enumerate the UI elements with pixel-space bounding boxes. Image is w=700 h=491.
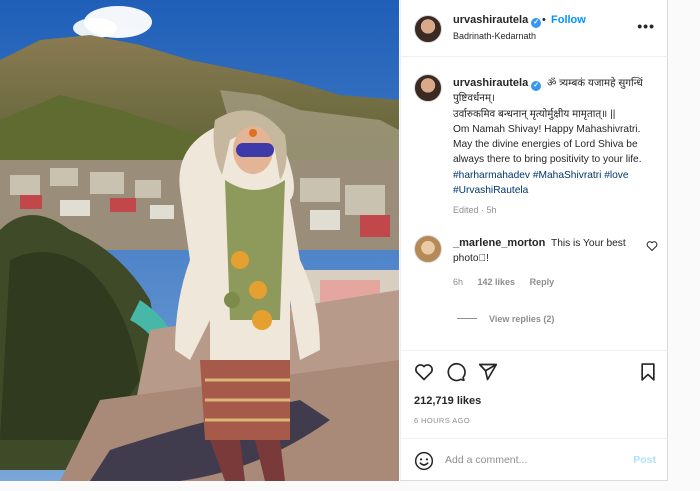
instagram-post-modal: urvashirautela ✓ • Follow Badrinath-Kedar… <box>0 0 700 491</box>
more-icon[interactable]: ••• <box>637 18 655 34</box>
comment-like-heart-icon[interactable] <box>646 240 658 252</box>
commenter-avatar[interactable] <box>414 235 442 263</box>
post-comment-button[interactable]: Post <box>633 454 656 466</box>
comment-meta: 6h 142 likes Reply <box>453 277 566 287</box>
caption-username-link[interactable]: urvashirautela ✓ <box>453 77 542 91</box>
action-bar <box>401 350 669 390</box>
comment-icon[interactable] <box>446 362 466 382</box>
view-replies-button[interactable]: View replies (2) <box>457 314 554 324</box>
author-username[interactable]: urvashirautela <box>453 14 528 26</box>
post-photo-illustration <box>0 0 399 481</box>
comment-composer: Post <box>401 438 669 481</box>
post-header: urvashirautela ✓ • Follow Badrinath-Kedar… <box>401 0 669 57</box>
view-replies-divider <box>457 318 477 319</box>
heart-icon[interactable] <box>414 362 434 382</box>
caption-author-avatar[interactable] <box>414 74 442 102</box>
post-time-ago[interactable]: 6 HOURS AGO <box>414 416 470 425</box>
follow-button[interactable]: Follow <box>551 14 586 26</box>
comment-time: 6h <box>453 277 464 287</box>
modal-backdrop-edge <box>668 0 700 491</box>
add-comment-input[interactable] <box>445 451 625 469</box>
commenter-username[interactable]: _marlene_morton <box>453 237 545 249</box>
author-avatar[interactable] <box>414 15 442 43</box>
caption-hashtags[interactable]: #harharmahadev #MahaShivratri #love #Urv… <box>453 170 629 196</box>
verified-badge-icon: ✓ <box>531 81 542 91</box>
verified-badge-icon: ✓ <box>531 18 542 28</box>
view-replies-label[interactable]: View replies (2) <box>489 314 554 324</box>
caption-edited-time: Edited · 5h <box>453 205 497 215</box>
emoji-icon[interactable] <box>414 451 434 471</box>
location-link[interactable]: Badrinath-Kedarnath <box>453 31 536 41</box>
comment-text: _marlene_morton This is Your best photo􏿾… <box>453 236 643 266</box>
post-details-pane: urvashirautela ✓ • Follow Badrinath-Kedar… <box>400 0 669 481</box>
caption-text: urvashirautela ✓ ॐ त्र्यम्बकं यजामहे सुगन… <box>453 76 658 198</box>
bookmark-icon[interactable] <box>638 362 658 382</box>
comment-reply-button[interactable]: Reply <box>530 277 555 287</box>
comment-likes-count[interactable]: 142 likes <box>478 277 516 287</box>
author-username-link[interactable]: urvashirautela ✓ <box>453 14 542 28</box>
likes-count[interactable]: 212,719 likes <box>414 395 481 407</box>
post-photo[interactable] <box>0 0 399 481</box>
separator-dot: • <box>542 14 546 26</box>
caption-body: ॐ त्र्यम्बकं यजामहे सुगन्धिं पुष्टिवर्धन… <box>453 78 643 166</box>
share-icon[interactable] <box>478 362 498 382</box>
comments-list[interactable]: urvashirautela ✓ ॐ त्र्यम्बकं यजामहे सुगन… <box>401 57 669 349</box>
caption-username[interactable]: urvashirautela <box>453 77 528 89</box>
